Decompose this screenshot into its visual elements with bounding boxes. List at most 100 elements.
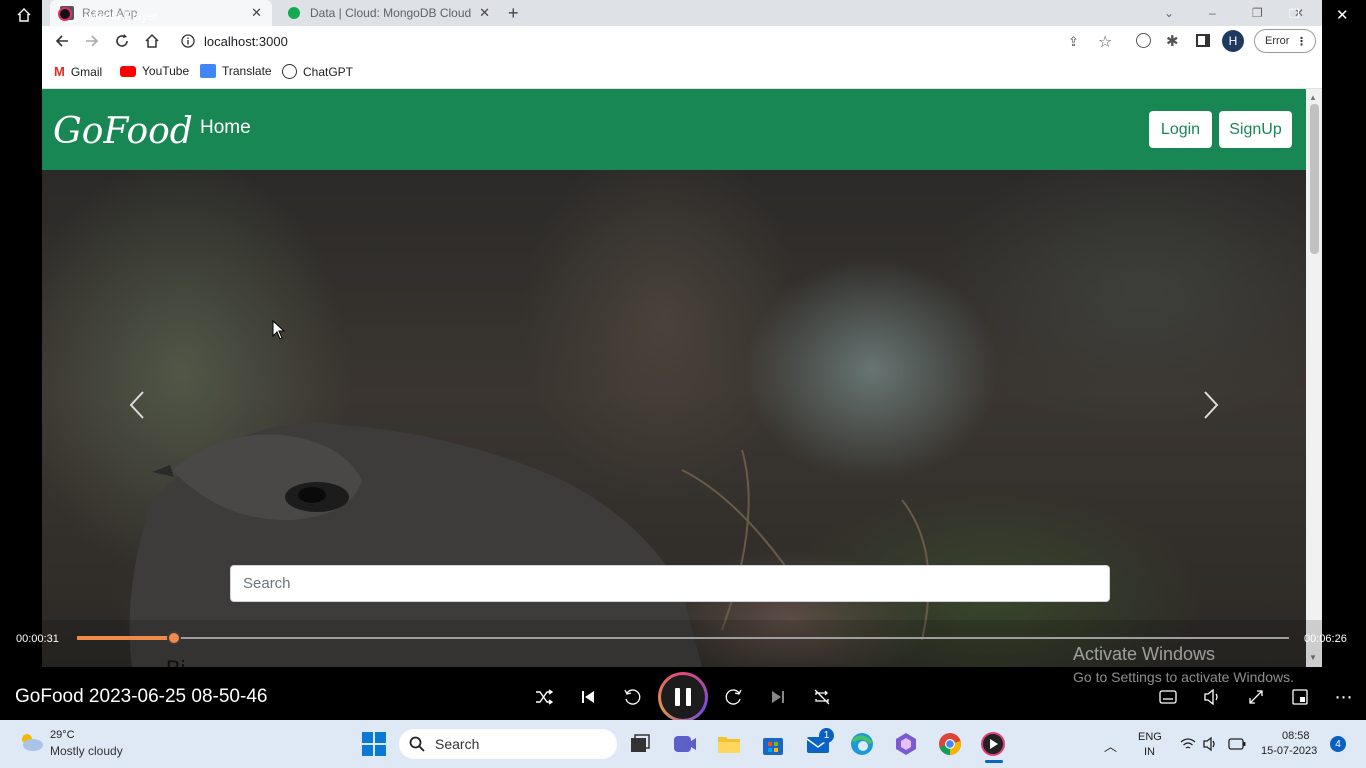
shuffle-icon[interactable]	[531, 684, 557, 710]
edge-icon[interactable]	[849, 731, 875, 757]
scrollbar-thumb[interactable]	[1310, 104, 1319, 254]
total-duration: 00:06:26	[1304, 633, 1347, 645]
media-player-restore-icon[interactable]: ❐	[1289, 7, 1300, 21]
signup-button[interactable]: SignUp	[1219, 111, 1292, 148]
close-icon[interactable]: ✕	[479, 5, 490, 21]
microsoft-store-icon[interactable]	[760, 731, 786, 757]
chrome-icon[interactable]	[937, 731, 963, 757]
restore-icon[interactable]: ❐	[1252, 0, 1266, 26]
seek-track[interactable]	[77, 637, 1289, 639]
kebab-menu-icon: ⋮	[1296, 35, 1307, 48]
bookmark-label: YouTube	[142, 64, 190, 78]
windows-start-icon[interactable]	[361, 731, 387, 757]
carousel-next-icon[interactable]	[1202, 390, 1220, 420]
address-bar[interactable]: localhost:3000	[204, 34, 288, 49]
next-icon[interactable]	[765, 684, 791, 710]
tab-react-app[interactable]: React App ✕	[50, 0, 272, 26]
weather-temp: 29°C	[50, 729, 75, 741]
site-info-icon[interactable]	[181, 34, 195, 48]
new-tab-button[interactable]: +	[508, 0, 528, 26]
rewind-10-icon[interactable]	[619, 684, 645, 710]
site-navbar: GoFood Home Login SignUp	[42, 89, 1306, 170]
seek-thumb[interactable]	[167, 631, 181, 645]
media-player-right-margin	[1322, 26, 1366, 720]
hero-carousel: Search Bi	[42, 170, 1306, 667]
video-title: GoFood 2023-06-25 08-50-46	[15, 686, 268, 707]
translate-icon	[200, 64, 216, 78]
task-view-icon[interactable]	[627, 731, 653, 757]
login-button[interactable]: Login	[1149, 111, 1212, 148]
watermark-title: Activate Windows	[1073, 644, 1216, 664]
repeat-off-icon[interactable]	[809, 684, 835, 710]
pause-button[interactable]	[658, 672, 708, 722]
elapsed-time: 00:00:31	[16, 633, 59, 645]
nav-home-link[interactable]: Home	[200, 117, 251, 139]
active-app-indicator	[985, 760, 1003, 763]
seek-progress	[77, 636, 174, 640]
mail-badge: 1	[819, 728, 834, 743]
notification-badge[interactable]: 4	[1330, 736, 1346, 752]
search-placeholder: Search	[243, 575, 291, 592]
media-player-close-icon[interactable]: ✕	[1336, 6, 1349, 24]
extensions-puzzle-icon[interactable]: ✱	[1166, 32, 1179, 50]
more-options-icon[interactable]: ⋯	[1331, 684, 1357, 710]
media-player-left-margin	[0, 26, 42, 720]
media-player-taskbar-icon[interactable]	[980, 731, 1006, 757]
home-icon[interactable]	[16, 7, 32, 23]
browser-tabbar: React App ✕ Data | Cloud: MongoDB Cloud …	[42, 0, 1322, 26]
home-page-icon[interactable]	[144, 33, 160, 49]
mongodb-favicon-icon	[288, 7, 300, 19]
bookmarks-bar: M Gmail YouTube Translate ChatGPT	[42, 56, 1322, 89]
media-player-app-icon	[58, 7, 72, 21]
mouse-cursor-icon	[272, 320, 286, 340]
scroll-up-icon[interactable]: ▲	[1309, 93, 1317, 102]
search-icon	[409, 736, 425, 752]
file-explorer-icon[interactable]	[716, 731, 742, 757]
forward-icon[interactable]	[84, 33, 100, 49]
share-icon[interactable]: ⇪	[1068, 34, 1079, 50]
weather-desc: Mostly cloudy	[50, 744, 123, 758]
speaker-icon[interactable]	[1202, 736, 1218, 752]
watermark-subtitle: Go to Settings to activate Windows.	[1073, 669, 1294, 685]
bookmark-star-icon[interactable]: ☆	[1098, 32, 1112, 52]
forward-30-icon[interactable]	[721, 684, 747, 710]
tab-mongodb[interactable]: Data | Cloud: MongoDB Cloud ✕	[278, 0, 500, 26]
teams-chat-icon[interactable]	[672, 731, 698, 757]
bookmark-label: ChatGPT	[303, 64, 354, 79]
page-scrollbar[interactable]: ▲ ▼	[1306, 89, 1322, 667]
browser-toolbar: localhost:3000 ⇪ ☆ ✱ H Error ⋮	[42, 26, 1322, 56]
clock-time[interactable]: 08:58	[1282, 730, 1310, 742]
bookmark-gmail[interactable]: M Gmail	[54, 64, 102, 79]
captions-icon[interactable]	[1155, 684, 1181, 710]
error-badge[interactable]: Error ⋮	[1254, 29, 1316, 53]
clock-date[interactable]: 15-07-2023	[1261, 745, 1317, 757]
bookmark-translate[interactable]: Translate	[200, 64, 272, 78]
tab-search-icon[interactable]: ⌄	[1164, 0, 1178, 26]
language-secondary[interactable]: IN	[1144, 746, 1155, 758]
volume-icon[interactable]	[1199, 684, 1225, 710]
bookmark-chatgpt[interactable]: ChatGPT	[282, 64, 353, 79]
weather-cloud-icon[interactable]	[18, 732, 44, 752]
minimize-icon[interactable]: –	[1209, 0, 1223, 26]
mini-player-icon[interactable]	[1287, 684, 1313, 710]
media-player-window-title: Media Player	[88, 9, 159, 23]
carousel-prev-icon[interactable]	[128, 390, 146, 420]
back-icon[interactable]	[54, 33, 70, 49]
wifi-icon[interactable]	[1180, 737, 1196, 751]
brand-logo[interactable]: GoFood	[53, 111, 193, 152]
profile-avatar[interactable]: H	[1222, 30, 1244, 52]
taskbar-search[interactable]: Search	[399, 729, 617, 759]
fullscreen-icon[interactable]	[1243, 684, 1269, 710]
activate-windows-watermark: Activate Windows Go to Settings to activ…	[1073, 644, 1294, 685]
copilot-icon[interactable]	[893, 731, 919, 757]
previous-icon[interactable]	[575, 684, 601, 710]
reload-icon[interactable]	[114, 33, 130, 49]
language-primary[interactable]: ENG	[1138, 731, 1162, 743]
close-icon[interactable]: ✕	[251, 5, 262, 21]
search-input[interactable]: Search	[230, 565, 1110, 602]
extension-circle-icon[interactable]	[1136, 33, 1151, 48]
bookmark-youtube[interactable]: YouTube	[120, 64, 189, 78]
side-panel-icon[interactable]	[1196, 34, 1210, 47]
battery-icon[interactable]	[1228, 738, 1246, 750]
tray-overflow-icon[interactable]: ︿	[1104, 736, 1117, 755]
